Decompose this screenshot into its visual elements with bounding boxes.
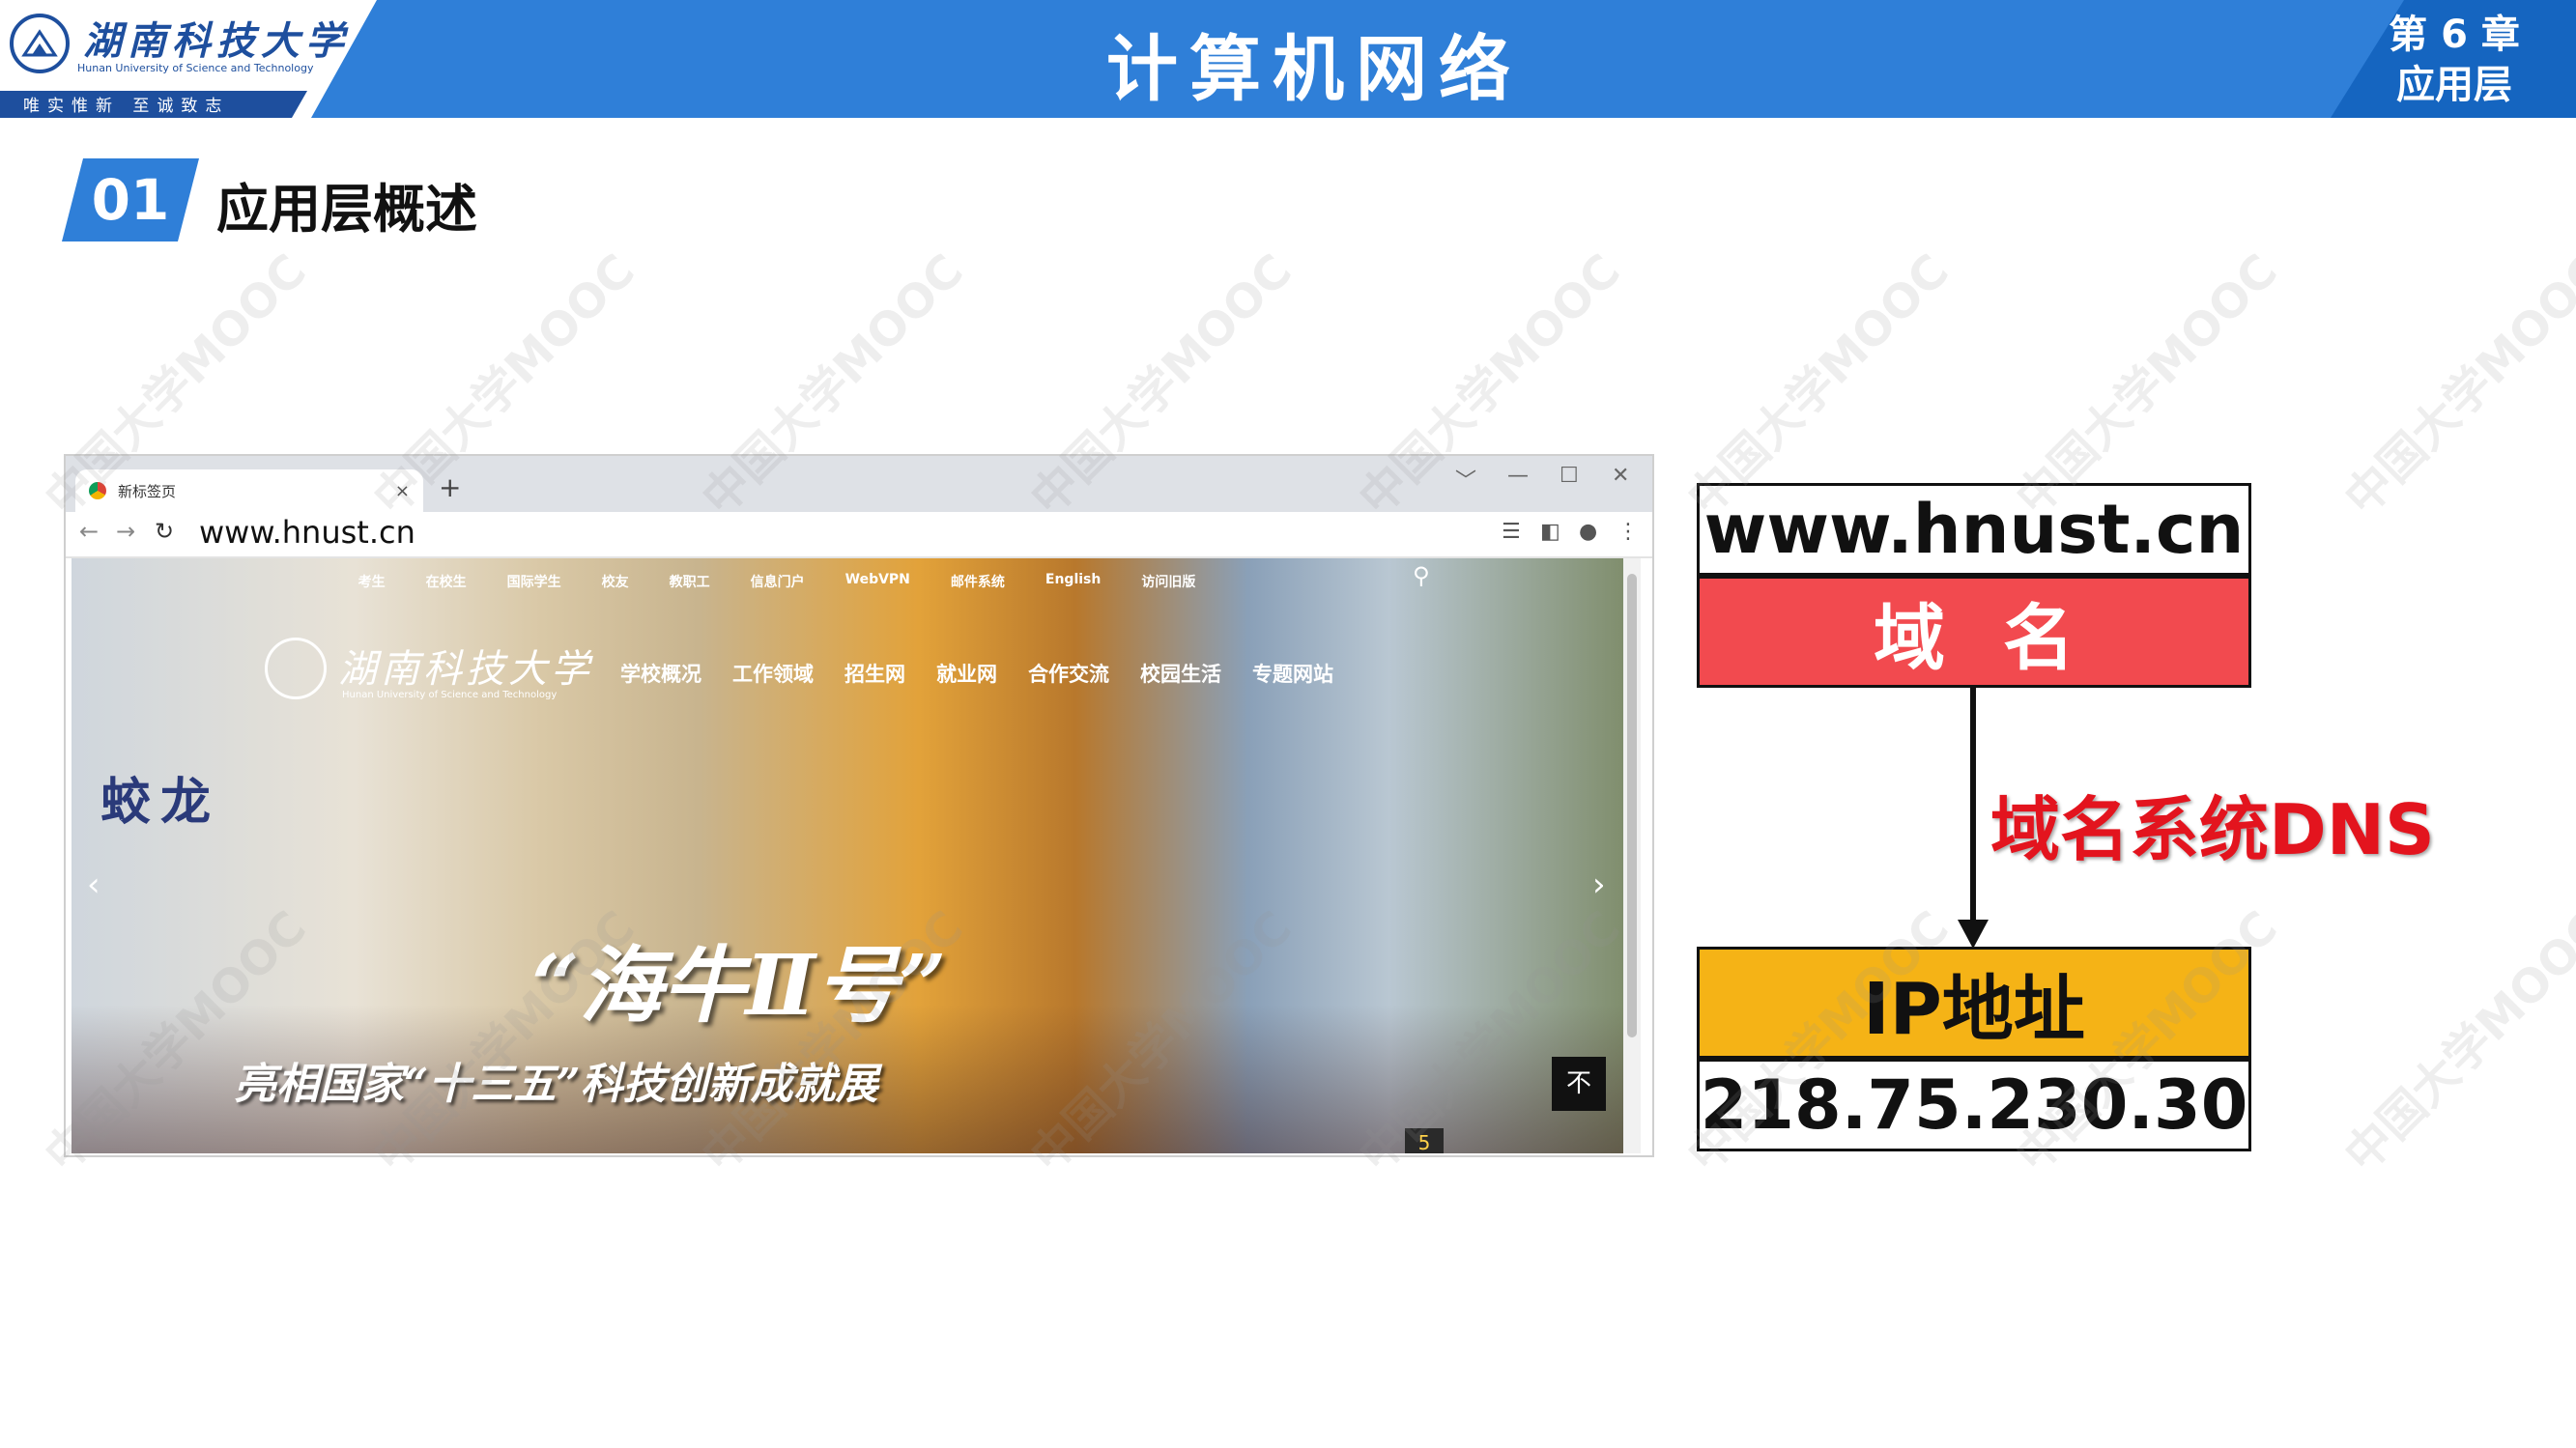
site-top-nav-item[interactable]: WebVPN <box>845 572 910 591</box>
chapter-name: 应用层 <box>2396 63 2512 107</box>
tab-close-icon[interactable]: × <box>395 481 410 501</box>
university-name-en: Hunan University of Science and Technolo… <box>77 62 314 74</box>
site-logo-name[interactable]: 湖南科技大学 <box>338 638 593 694</box>
watermark: 中国大学MOOC <box>2333 900 2576 1183</box>
site-logo-icon[interactable] <box>265 638 327 699</box>
slide-header: 湖南科技大学 Hunan University of Science and T… <box>0 0 2576 118</box>
back-button[interactable]: ← <box>79 518 99 545</box>
course-title: 计算机网络 <box>1106 28 1522 111</box>
maximize-button[interactable]: ☐ <box>1560 464 1579 488</box>
university-emblem-icon <box>10 14 70 73</box>
browser-window: 新标签页 × + ﹀ — ☐ ✕ ← → ↻ www.hnust.cn ☰ ◧ … <box>64 454 1654 1157</box>
reload-button[interactable]: ↻ <box>155 518 174 545</box>
university-motto: 唯实惟新 至诚致志 <box>23 97 230 116</box>
hero-subline: 亮相国家“十三五”科技创新成就展 <box>234 1060 878 1109</box>
university-name-cn: 湖南科技大学 <box>83 18 350 64</box>
ip-value-box: 218.75.230.30 <box>1697 1059 2251 1151</box>
hero-headline: “海牛Ⅱ号” <box>531 937 947 1035</box>
search-icon[interactable]: ⚲ <box>1413 562 1430 589</box>
chapter-number: 第 6 章 <box>2389 13 2520 57</box>
new-tab-button[interactable]: + <box>439 471 461 503</box>
page-scrollbar[interactable] <box>1623 558 1641 1153</box>
ip-label-box: IP地址 <box>1697 947 2251 1059</box>
carousel-prev-icon[interactable]: ‹ <box>87 866 100 904</box>
site-main-nav: 学校概况 工作领域 招生网 就业网 合作交流 校园生活 专题网站 <box>620 659 1333 688</box>
site-main-nav-item[interactable]: 校园生活 <box>1140 659 1221 688</box>
site-logo-name-en: Hunan University of Science and Technolo… <box>342 690 558 700</box>
site-main-nav-item[interactable]: 工作领域 <box>732 659 814 688</box>
dns-arrow-line <box>1970 688 1976 925</box>
window-close-button[interactable]: ✕ <box>1612 464 1629 488</box>
chrome-icon <box>89 482 106 499</box>
site-main-nav-item[interactable]: 专题网站 <box>1252 659 1333 688</box>
browser-tabstrip: 新标签页 × + ﹀ — ☐ ✕ <box>66 456 1652 512</box>
back-to-top-button[interactable]: 不 <box>1552 1057 1606 1111</box>
forward-button[interactable]: → <box>116 518 135 545</box>
minimize-button[interactable]: — <box>1507 464 1529 488</box>
site-main-nav-item[interactable]: 合作交流 <box>1028 659 1109 688</box>
site-top-nav: 考生 在校生 国际学生 校友 教职工 信息门户 WebVPN 邮件系统 Engl… <box>72 572 1482 591</box>
chapter-label: 第 6 章 应用层 <box>2358 10 2551 110</box>
browser-toolbar: ← → ↻ www.hnust.cn ☰ ◧ ● ⋮ <box>66 512 1652 558</box>
site-top-nav-item[interactable]: 校友 <box>602 572 629 591</box>
tab-search-icon[interactable]: ﹀ <box>1455 464 1476 495</box>
address-bar[interactable]: www.hnust.cn <box>199 514 415 551</box>
site-top-nav-item[interactable]: 访问旧版 <box>1141 572 1195 591</box>
slide-index-badge: 5 <box>1405 1128 1444 1153</box>
section-title: 应用层概述 <box>216 179 477 240</box>
watermark: 中国大学MOOC <box>2333 243 2576 526</box>
site-main-nav-item[interactable]: 就业网 <box>936 659 997 688</box>
submersible-name: 蛟龙 <box>100 773 221 832</box>
site-top-nav-item[interactable]: 教职工 <box>670 572 710 591</box>
mountain-icon <box>21 29 58 57</box>
site-top-nav-item[interactable]: English <box>1045 572 1101 591</box>
section-number-badge: 01 <box>62 158 199 241</box>
site-top-nav-item[interactable]: 在校生 <box>426 572 467 591</box>
side-panel-icon[interactable]: ◧ <box>1540 520 1560 544</box>
dns-label: 域名系统DNS <box>1990 789 2435 870</box>
reading-list-icon[interactable]: ☰ <box>1502 520 1521 544</box>
site-top-nav-item[interactable]: 邮件系统 <box>951 572 1005 591</box>
carousel-next-icon[interactable]: › <box>1592 866 1606 904</box>
arrow-down-icon <box>1958 920 1989 949</box>
website-viewport: 考生 在校生 国际学生 校友 教职工 信息门户 WebVPN 邮件系统 Engl… <box>72 558 1641 1153</box>
domain-label-box: 域名 <box>1697 576 2251 688</box>
domain-value-box: www.hnust.cn <box>1697 483 2251 576</box>
site-top-nav-item[interactable]: 考生 <box>358 572 386 591</box>
browser-tab[interactable]: 新标签页 × <box>75 469 423 512</box>
tab-title: 新标签页 <box>118 482 177 500</box>
site-top-nav-item[interactable]: 信息门户 <box>751 572 805 591</box>
menu-icon[interactable]: ⋮ <box>1617 520 1639 544</box>
profile-avatar[interactable]: ● <box>1579 520 1597 544</box>
site-main-nav-item[interactable]: 学校概况 <box>620 659 701 688</box>
scrollbar-thumb[interactable] <box>1627 574 1637 1037</box>
site-main-nav-item[interactable]: 招生网 <box>844 659 905 688</box>
site-top-nav-item[interactable]: 国际学生 <box>507 572 561 591</box>
